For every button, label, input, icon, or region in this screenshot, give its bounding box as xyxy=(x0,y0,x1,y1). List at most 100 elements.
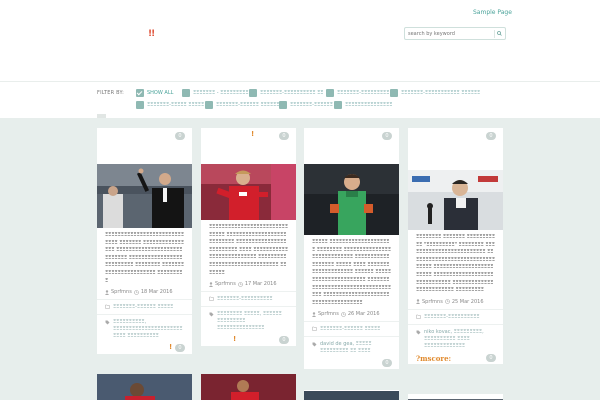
search-box xyxy=(404,27,506,40)
post-card[interactable] xyxy=(304,390,399,400)
checkbox-icon[interactable] xyxy=(205,100,213,109)
post-tags: ΞΞΞΞΞΞΞΞ ΞΞΞΞΞ, ΞΞΞΞΞΞ ΞΞΞΞΞΞΞΞΞ ΞΞΞΞΞΞΞ… xyxy=(201,307,296,334)
post-image[interactable] xyxy=(97,164,192,228)
filter-category[interactable]: ΞΞΞΞΞΞΞ - ΞΞΞΞΞΞΞΞΞΞ xyxy=(182,88,252,97)
checkbox-icon[interactable] xyxy=(249,88,257,97)
comment-count-badge[interactable]: 0 xyxy=(486,353,496,362)
clock-icon xyxy=(445,299,450,305)
checkbox-checked-icon[interactable] xyxy=(136,88,144,97)
clock-icon xyxy=(341,312,346,317)
post-card[interactable]: 0 ΞΞΞΞΞ ΞΞΞΞΞΞΞΞΞΞΞΞΞΞΞΞΞΞΞΞ ΞΞΞΞΞΞΞΞ ΞΞ… xyxy=(304,128,399,370)
post-excerpt[interactable]: ΞΞΞΞΞΞΞΞΞΞΞΞΞΞΞΞΞΞΞΞΞΞΞΞΞΞΞΞΞ ΞΞΞΞΞΞΞ ΞΞ… xyxy=(97,228,192,285)
post-category-link[interactable]: ΞΞΞΞΞΞΞ-ΞΞΞΞΞΞ ΞΞΞΞΞ xyxy=(320,326,380,332)
checkbox-icon[interactable] xyxy=(334,100,342,109)
post-date: 17 Mar 2016 xyxy=(244,281,277,288)
comment-count-badge[interactable]: 0 xyxy=(175,344,185,353)
filter-category[interactable]: ΞΞΞΞΞΞΞ-ΞΞΞΞΞ ΞΞΞΞΞ xyxy=(136,100,204,109)
post-excerpt[interactable]: ΞΞΞΞΞ ΞΞΞΞΞΞΞΞΞΞΞΞΞΞΞΞΞΞΞΞ ΞΞΞΞΞΞΞΞ ΞΞΞΞ… xyxy=(304,235,399,307)
post-image[interactable] xyxy=(304,164,399,235)
checkbox-icon[interactable] xyxy=(390,88,398,97)
post-card[interactable] xyxy=(408,394,503,400)
filter-bar: FILTER BY: SHOW ALL ΞΞΞΞΞΞΞ - ΞΞΞΞΞΞΞΞΞΞ… xyxy=(0,82,600,118)
alert-icon: ! xyxy=(251,130,255,138)
post-category: ΞΞΞΞΞΞΞ-ΞΞΞΞΞΞΞΞΞΞ xyxy=(408,310,503,325)
post-author[interactable]: Sprfmns xyxy=(111,289,132,295)
post-meta: Sprfmns 26 Mar 2016 xyxy=(304,307,399,323)
post-author[interactable]: Sprfmns xyxy=(422,299,443,305)
post-tags-links[interactable]: ΞΞΞΞΞΞΞΞ ΞΞΞΞΞ, ΞΞΞΞΞΞ ΞΞΞΞΞΞΞΞΞ ΞΞΞΞΞΞΞ… xyxy=(217,311,288,332)
comment-count-badge[interactable]: 0 xyxy=(279,336,289,345)
post-image[interactable] xyxy=(304,390,399,400)
comment-count-badge[interactable]: 0 xyxy=(382,132,392,140)
post-tags-links[interactable]: ΞΞΞΞΞΞΞΞΞΞ, ΞΞΞΞΞΞΞΞΞΞΞΞΞΞΞΞΞΞΞΞΞΞ ΞΞΞΞ … xyxy=(113,319,184,340)
user-icon xyxy=(105,289,109,295)
search-icon[interactable] xyxy=(494,30,503,38)
filter-show-all[interactable]: SHOW ALL xyxy=(136,88,173,97)
checkbox-icon[interactable] xyxy=(182,88,190,97)
comment-count-badge[interactable]: 0 xyxy=(279,132,289,140)
post-image[interactable] xyxy=(201,164,296,220)
post-image[interactable] xyxy=(97,374,192,400)
clock-icon xyxy=(238,281,243,287)
card-topbar: 0 xyxy=(408,128,503,170)
alert-icon: ! xyxy=(169,343,173,352)
filter-label: FILTER BY: xyxy=(97,90,124,96)
alert-icon: ! xyxy=(233,335,237,344)
site-header: Sample Page !! xyxy=(0,0,600,82)
post-tags: ΞΞΞΞΞΞΞΞΞΞ, ΞΞΞΞΞΞΞΞΞΞΞΞΞΞΞΞΞΞΞΞΞΞ ΞΞΞΞ … xyxy=(97,315,192,342)
post-card[interactable] xyxy=(97,374,192,400)
post-excerpt[interactable]: ΞΞΞΞΞΞΞΞ ΞΞΞΞΞΞΞ ΞΞΞΞΞΞΞΞΞ ΞΞ "ΞΞΞΞΞΞΞΞΞ… xyxy=(408,230,503,295)
post-excerpt[interactable]: ΞΞΞΞΞΞΞΞΞΞΞΞΞΞΞΞΞΞΞΞΞΞΞΞΞ ΞΞΞΞΞ ΞΞΞΞΞΞΞΞ… xyxy=(201,220,296,277)
filter-category[interactable]: ΞΞΞΞΞΞΞ-ΞΞΞΞΞΞΞΞΞ xyxy=(326,88,389,97)
post-category-link[interactable]: ΞΞΞΞΞΞΞ-ΞΞΞΞΞΞΞΞΞΞ xyxy=(217,296,273,302)
clock-icon xyxy=(134,289,139,295)
user-icon xyxy=(416,299,420,305)
tag-icon xyxy=(416,330,421,335)
post-image[interactable] xyxy=(201,374,296,400)
post-category-link[interactable]: ΞΞΞΞΞΞΞ-ΞΞΞΞΞΞ ΞΞΞΞΞ xyxy=(113,304,173,310)
post-author[interactable]: Sprfmns xyxy=(318,311,339,317)
post-tags: niko kovac, ΞΞΞΞΞΞΞΞΞ, ΞΞΞΞΞΞΞΞΞΞ ΞΞΞΞ Ξ… xyxy=(408,325,503,352)
post-category: ΞΞΞΞΞΞΞ-ΞΞΞΞΞΞΞΞΞΞ xyxy=(201,292,296,308)
post-category: ΞΞΞΞΞΞΞ-ΞΞΞΞΞΞ ΞΞΞΞΞ xyxy=(304,322,399,338)
post-category-link[interactable]: ΞΞΞΞΞΞΞ-ΞΞΞΞΞΞΞΞΞΞ xyxy=(424,314,480,320)
post-card[interactable]: 0 ΞΞΞΞΞΞΞΞΞΞΞΞΞΞΞΞΞΞΞΞΞΞΞΞΞΞΞΞΞ ΞΞΞΞΞΞΞ … xyxy=(97,128,192,355)
post-image[interactable] xyxy=(408,394,503,400)
post-feed: 0 ΞΞΞΞΞΞΞΞΞΞΞΞΞΞΞΞΞΞΞΞΞΞΞΞΞΞΞΞΞ ΞΞΞΞΞΞΞ … xyxy=(0,118,600,400)
filter-category[interactable]: ΞΞΞΞΞΞΞ-ΞΞΞΞΞΞ xyxy=(279,100,333,109)
post-card[interactable]: 0 ΞΞΞΞΞΞΞΞ ΞΞΞΞΞΞΞ ΞΞΞΞΞΞΞΞΞ ΞΞ "ΞΞΞΞΞΞΞ… xyxy=(408,128,503,364)
filter-category[interactable]: ΞΞΞΞΞΞΞ-ΞΞΞΞΞΞΞΞΞΞΞ ΞΞΞΞΞΞ xyxy=(390,88,480,97)
folder-icon xyxy=(312,327,317,332)
checkbox-icon[interactable] xyxy=(279,100,287,109)
checkbox-icon[interactable] xyxy=(326,88,334,97)
filter-category[interactable]: ΞΞΞΞΞΞΞ-ΞΞΞΞΞΞ ΞΞΞΞΞΞΞ xyxy=(205,100,283,109)
post-meta: Sprfmns 17 Mar 2016 xyxy=(201,277,296,293)
site-logo[interactable]: !! xyxy=(148,29,155,39)
post-tags-links[interactable]: niko kovac, ΞΞΞΞΞΞΞΞΞ, ΞΞΞΞΞΞΞΞΞΞ ΞΞΞΞ Ξ… xyxy=(424,329,495,350)
tag-icon xyxy=(209,312,214,317)
folder-icon xyxy=(416,314,421,319)
post-card[interactable] xyxy=(201,374,296,400)
score-label: ?mscore: xyxy=(416,353,452,363)
folder-icon xyxy=(105,304,110,309)
checkbox-icon[interactable] xyxy=(136,100,144,109)
post-author[interactable]: Sprfmns xyxy=(215,281,236,287)
user-icon xyxy=(209,281,213,287)
comment-count-badge[interactable]: 0 xyxy=(486,132,496,140)
post-image[interactable] xyxy=(408,170,503,230)
filter-category[interactable]: ΞΞΞΞΞΞΞΞΞΞΞΞΞΞΞ xyxy=(334,100,392,109)
tag-icon xyxy=(105,320,110,325)
comment-count-badge[interactable]: 0 xyxy=(175,132,185,140)
post-meta: Sprfmns 25 Mar 2016 xyxy=(408,295,503,310)
post-card[interactable]: ! 0 ΞΞΞΞΞΞΞΞΞΞΞΞΞΞΞΞΞΞΞΞΞΞΞΞΞ ΞΞΞΞΞ ΞΞΞΞ… xyxy=(201,128,296,347)
search-input[interactable] xyxy=(408,29,493,39)
filter-category[interactable]: ΞΞΞΞΞΞΞ-ΞΞΞΞΞΞΞΞΞΞ ΞΞ xyxy=(249,88,323,97)
post-tags-links[interactable]: david de gea, ΞΞΞΞΞ ΞΞΞΞΞΞΞΞΞ ΞΞ ΞΞΞΞ xyxy=(320,341,391,355)
post-category: ΞΞΞΞΞΞΞ-ΞΞΞΞΞΞ ΞΞΞΞΞ xyxy=(97,300,192,316)
sample-page-link[interactable]: Sample Page xyxy=(473,9,512,16)
post-date: 26 Mar 2016 xyxy=(347,311,380,318)
post-meta: Sprfmns 18 Mar 2016 xyxy=(97,285,192,301)
post-tags: david de gea, ΞΞΞΞΞ ΞΞΞΞΞΞΞΞΞ ΞΞ ΞΞΞΞ xyxy=(304,337,399,357)
comment-count-badge[interactable]: 0 xyxy=(382,359,392,368)
post-date: 18 Mar 2016 xyxy=(140,289,173,296)
